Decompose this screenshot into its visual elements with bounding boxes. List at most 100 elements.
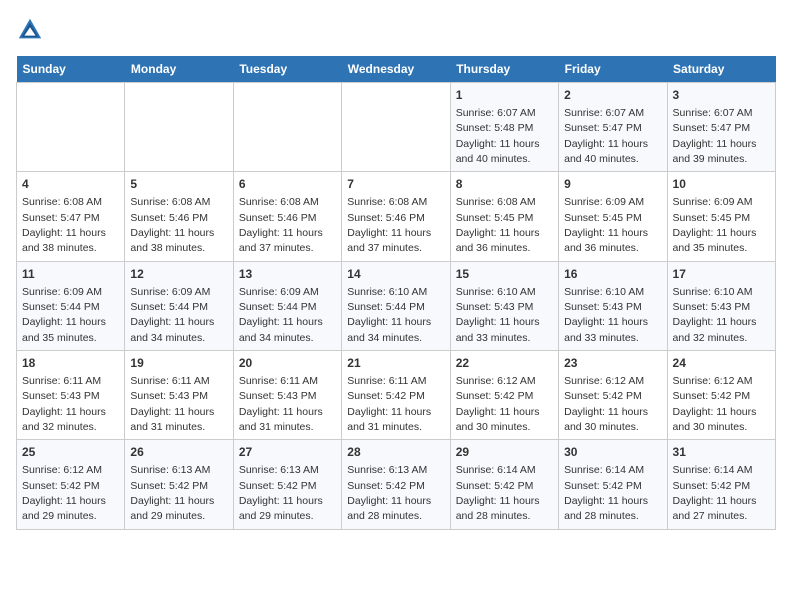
- calendar-cell: 13 Sunrise: 6:09 AM Sunset: 5:44 PM Dayli…: [233, 261, 341, 350]
- calendar-cell: 10 Sunrise: 6:09 AM Sunset: 5:45 PM Dayli…: [667, 172, 775, 261]
- day-info: Sunrise: 6:08 AM Sunset: 5:46 PM Dayligh…: [239, 196, 323, 254]
- day-info: Sunrise: 6:12 AM Sunset: 5:42 PM Dayligh…: [456, 375, 540, 433]
- week-row-2: 4Sunrise: 6:08 AM Sunset: 5:47 PM Daylig…: [17, 172, 776, 261]
- calendar-cell: 19 Sunrise: 6:11 AM Sunset: 5:43 PM Dayli…: [125, 351, 233, 440]
- calendar-cell: 17Sunrise: 6:10 AM Sunset: 5:43 PM Dayli…: [667, 261, 775, 350]
- calendar-cell: 4Sunrise: 6:08 AM Sunset: 5:47 PM Daylig…: [17, 172, 125, 261]
- weekday-sunday: Sunday: [17, 56, 125, 83]
- week-row-4: 18Sunrise: 6:11 AM Sunset: 5:43 PM Dayli…: [17, 351, 776, 440]
- logo-icon: [16, 16, 44, 44]
- calendar-cell: 29 Sunrise: 6:14 AM Sunset: 5:42 PM Dayli…: [450, 440, 558, 529]
- day-info: Sunrise: 6:10 AM Sunset: 5:43 PM Dayligh…: [564, 286, 648, 344]
- day-number: 9: [564, 176, 661, 193]
- weekday-thursday: Thursday: [450, 56, 558, 83]
- calendar-cell: 12 Sunrise: 6:09 AM Sunset: 5:44 PM Dayli…: [125, 261, 233, 350]
- day-number: 25: [22, 444, 119, 461]
- day-number: 8: [456, 176, 553, 193]
- calendar-cell: 2 Sunrise: 6:07 AM Sunset: 5:47 PM Daylig…: [559, 83, 667, 172]
- day-number: 12: [130, 266, 227, 283]
- day-info: Sunrise: 6:08 AM Sunset: 5:47 PM Dayligh…: [22, 196, 106, 254]
- day-number: 15: [456, 266, 553, 283]
- day-info: Sunrise: 6:12 AM Sunset: 5:42 PM Dayligh…: [564, 375, 648, 433]
- calendar-cell: [342, 83, 450, 172]
- day-number: 28: [347, 444, 444, 461]
- day-number: 27: [239, 444, 336, 461]
- calendar-cell: 16 Sunrise: 6:10 AM Sunset: 5:43 PM Dayli…: [559, 261, 667, 350]
- calendar-table: SundayMondayTuesdayWednesdayThursdayFrid…: [16, 56, 776, 530]
- day-number: 20: [239, 355, 336, 372]
- day-info: Sunrise: 6:12 AM Sunset: 5:42 PM Dayligh…: [673, 375, 757, 433]
- day-number: 6: [239, 176, 336, 193]
- day-info: Sunrise: 6:09 AM Sunset: 5:44 PM Dayligh…: [22, 286, 106, 344]
- day-info: Sunrise: 6:07 AM Sunset: 5:48 PM Dayligh…: [456, 107, 540, 165]
- calendar-cell: 23 Sunrise: 6:12 AM Sunset: 5:42 PM Dayli…: [559, 351, 667, 440]
- calendar-cell: 7 Sunrise: 6:08 AM Sunset: 5:46 PM Daylig…: [342, 172, 450, 261]
- calendar-cell: 27 Sunrise: 6:13 AM Sunset: 5:42 PM Dayli…: [233, 440, 341, 529]
- day-info: Sunrise: 6:11 AM Sunset: 5:43 PM Dayligh…: [130, 375, 214, 433]
- calendar-cell: 25 Sunrise: 6:12 AM Sunset: 5:42 PM Dayli…: [17, 440, 125, 529]
- day-info: Sunrise: 6:14 AM Sunset: 5:42 PM Dayligh…: [456, 464, 540, 522]
- day-info: Sunrise: 6:07 AM Sunset: 5:47 PM Dayligh…: [673, 107, 757, 165]
- day-number: 23: [564, 355, 661, 372]
- day-number: 29: [456, 444, 553, 461]
- day-number: 13: [239, 266, 336, 283]
- calendar-cell: 21 Sunrise: 6:11 AM Sunset: 5:42 PM Dayli…: [342, 351, 450, 440]
- day-number: 26: [130, 444, 227, 461]
- day-info: Sunrise: 6:11 AM Sunset: 5:42 PM Dayligh…: [347, 375, 431, 433]
- day-number: 2: [564, 87, 661, 104]
- calendar-cell: 5 Sunrise: 6:08 AM Sunset: 5:46 PM Daylig…: [125, 172, 233, 261]
- day-info: Sunrise: 6:14 AM Sunset: 5:42 PM Dayligh…: [564, 464, 648, 522]
- calendar-cell: 26 Sunrise: 6:13 AM Sunset: 5:42 PM Dayli…: [125, 440, 233, 529]
- day-number: 10: [673, 176, 770, 193]
- day-info: Sunrise: 6:08 AM Sunset: 5:45 PM Dayligh…: [456, 196, 540, 254]
- calendar-cell: 20 Sunrise: 6:11 AM Sunset: 5:43 PM Dayli…: [233, 351, 341, 440]
- day-number: 3: [673, 87, 770, 104]
- day-number: 16: [564, 266, 661, 283]
- calendar-cell: 28Sunrise: 6:13 AM Sunset: 5:42 PM Dayli…: [342, 440, 450, 529]
- day-info: Sunrise: 6:09 AM Sunset: 5:45 PM Dayligh…: [564, 196, 648, 254]
- calendar-cell: 9 Sunrise: 6:09 AM Sunset: 5:45 PM Daylig…: [559, 172, 667, 261]
- calendar-cell: 15Sunrise: 6:10 AM Sunset: 5:43 PM Dayli…: [450, 261, 558, 350]
- page-header: [16, 16, 776, 44]
- calendar-cell: 31 Sunrise: 6:14 AM Sunset: 5:42 PM Dayli…: [667, 440, 775, 529]
- day-info: Sunrise: 6:13 AM Sunset: 5:42 PM Dayligh…: [130, 464, 214, 522]
- calendar-cell: 8 Sunrise: 6:08 AM Sunset: 5:45 PM Daylig…: [450, 172, 558, 261]
- day-info: Sunrise: 6:13 AM Sunset: 5:42 PM Dayligh…: [239, 464, 323, 522]
- day-info: Sunrise: 6:12 AM Sunset: 5:42 PM Dayligh…: [22, 464, 106, 522]
- day-info: Sunrise: 6:08 AM Sunset: 5:46 PM Dayligh…: [347, 196, 431, 254]
- day-number: 19: [130, 355, 227, 372]
- day-info: Sunrise: 6:11 AM Sunset: 5:43 PM Dayligh…: [22, 375, 106, 433]
- calendar-cell: [17, 83, 125, 172]
- day-info: Sunrise: 6:07 AM Sunset: 5:47 PM Dayligh…: [564, 107, 648, 165]
- weekday-header-row: SundayMondayTuesdayWednesdayThursdayFrid…: [17, 56, 776, 83]
- weekday-monday: Monday: [125, 56, 233, 83]
- week-row-1: 1 Sunrise: 6:07 AM Sunset: 5:48 PM Daylig…: [17, 83, 776, 172]
- day-number: 5: [130, 176, 227, 193]
- day-number: 30: [564, 444, 661, 461]
- calendar-cell: 18Sunrise: 6:11 AM Sunset: 5:43 PM Dayli…: [17, 351, 125, 440]
- day-number: 31: [673, 444, 770, 461]
- calendar-cell: [233, 83, 341, 172]
- calendar-cell: 11Sunrise: 6:09 AM Sunset: 5:44 PM Dayli…: [17, 261, 125, 350]
- calendar-cell: 24Sunrise: 6:12 AM Sunset: 5:42 PM Dayli…: [667, 351, 775, 440]
- day-number: 1: [456, 87, 553, 104]
- calendar-cell: 3 Sunrise: 6:07 AM Sunset: 5:47 PM Daylig…: [667, 83, 775, 172]
- weekday-tuesday: Tuesday: [233, 56, 341, 83]
- day-info: Sunrise: 6:08 AM Sunset: 5:46 PM Dayligh…: [130, 196, 214, 254]
- calendar-cell: 22 Sunrise: 6:12 AM Sunset: 5:42 PM Dayli…: [450, 351, 558, 440]
- day-number: 22: [456, 355, 553, 372]
- day-info: Sunrise: 6:09 AM Sunset: 5:44 PM Dayligh…: [239, 286, 323, 344]
- day-info: Sunrise: 6:14 AM Sunset: 5:42 PM Dayligh…: [673, 464, 757, 522]
- calendar-cell: 14Sunrise: 6:10 AM Sunset: 5:44 PM Dayli…: [342, 261, 450, 350]
- day-info: Sunrise: 6:09 AM Sunset: 5:44 PM Dayligh…: [130, 286, 214, 344]
- week-row-3: 11Sunrise: 6:09 AM Sunset: 5:44 PM Dayli…: [17, 261, 776, 350]
- week-row-5: 25 Sunrise: 6:12 AM Sunset: 5:42 PM Dayli…: [17, 440, 776, 529]
- day-number: 17: [673, 266, 770, 283]
- day-number: 21: [347, 355, 444, 372]
- day-info: Sunrise: 6:11 AM Sunset: 5:43 PM Dayligh…: [239, 375, 323, 433]
- calendar-cell: 1 Sunrise: 6:07 AM Sunset: 5:48 PM Daylig…: [450, 83, 558, 172]
- day-info: Sunrise: 6:09 AM Sunset: 5:45 PM Dayligh…: [673, 196, 757, 254]
- calendar-cell: 30 Sunrise: 6:14 AM Sunset: 5:42 PM Dayli…: [559, 440, 667, 529]
- day-number: 7: [347, 176, 444, 193]
- logo: [16, 16, 48, 44]
